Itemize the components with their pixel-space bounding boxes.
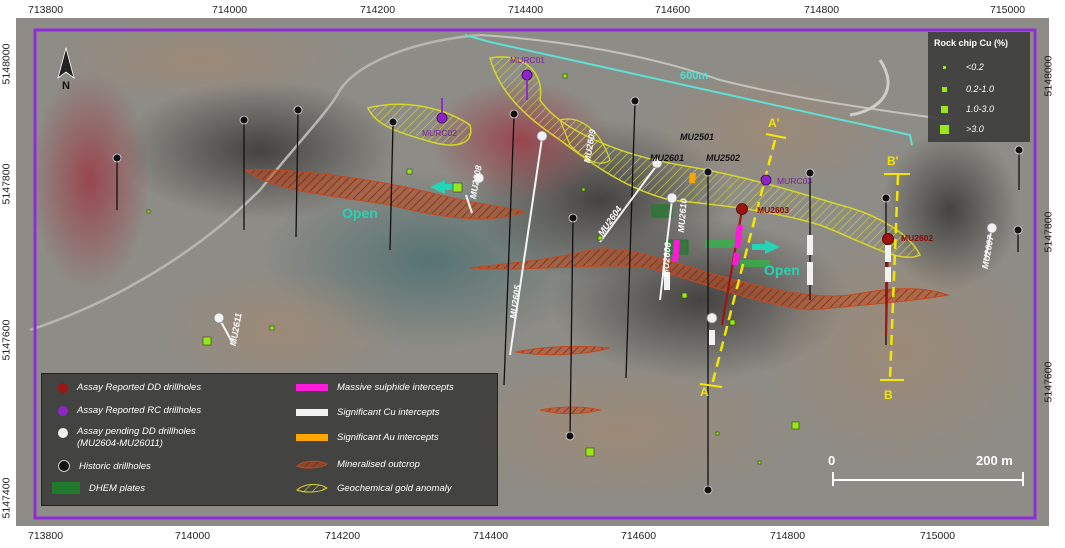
legend-item: Assay pending DD drillholes (MU2604-MU26…	[58, 426, 196, 450]
hatched-brown-icon	[296, 460, 328, 469]
y-tick: 5147600	[1042, 361, 1055, 403]
rock-chip-swatch	[943, 65, 946, 69]
section-label: A'	[768, 116, 780, 130]
rock-chip-swatch	[942, 86, 947, 92]
rock-chip-item: >3.0	[938, 124, 984, 134]
open-label: Open	[764, 262, 800, 278]
scale-end: 200 m	[976, 453, 1013, 468]
au-intercepts	[689, 172, 696, 184]
y-tick: 5147800	[0, 163, 13, 205]
legend-item: Mineralised outcrop	[296, 458, 420, 470]
x-tick: 715000	[990, 4, 1026, 16]
rock-chip-legend: Rock chip Cu (%) <0.2 0.2-1.0 1.0-3.0 >3…	[928, 32, 1030, 142]
y-tick: 5147800	[1042, 211, 1055, 253]
orange-bar-icon	[296, 434, 328, 441]
section-label: B	[884, 388, 893, 402]
x-tick: 714400	[473, 530, 509, 542]
rock-chip-legend-title: Rock chip Cu (%)	[934, 38, 1009, 48]
magenta-bar-icon	[296, 384, 328, 391]
legend-item: Historic drillholes	[58, 460, 151, 472]
x-tick: 714400	[508, 4, 544, 16]
legend-item: Massive sulphide intercepts	[296, 382, 454, 393]
drillhole-label: MURC03	[777, 176, 812, 186]
drillhole-label: MU2501	[680, 132, 715, 142]
rock-chip-item: 0.2-1.0	[938, 84, 994, 94]
drillhole-label: MU2603	[757, 205, 790, 215]
y-tick: 5147400	[0, 477, 13, 519]
red-dot-icon	[58, 382, 68, 393]
legend-item: Assay Reported RC drillholes	[58, 405, 201, 416]
x-tick: 714200	[325, 530, 361, 542]
white-bar-icon	[296, 409, 328, 416]
scale-bar-labels: 0 200 m	[828, 453, 1028, 493]
x-tick: 714200	[360, 4, 396, 16]
section-label: A	[700, 385, 709, 399]
rock-chip-swatch	[940, 124, 949, 134]
black-dot-icon	[58, 460, 70, 472]
x-tick: 714000	[212, 4, 248, 16]
rock-chip-item: 1.0-3.0	[938, 104, 994, 114]
purple-dot-icon	[58, 405, 68, 416]
drillhole-label: MU2502	[706, 153, 741, 163]
x-tick: 714000	[175, 530, 211, 542]
map-figure: 713800 714000 714200 714400 714600 71480…	[0, 0, 1065, 548]
y-tick: 5148000	[1042, 55, 1055, 97]
x-tick: 714600	[621, 530, 657, 542]
distance-label: 600m	[680, 70, 709, 82]
drillhole-label: MU2601	[650, 153, 685, 163]
rock-chip-item: <0.2	[938, 62, 984, 72]
rock-chip-swatch	[941, 105, 948, 113]
open-label: Open	[342, 205, 378, 221]
scale-start: 0	[828, 453, 836, 468]
drillhole-label: MURC01	[510, 55, 545, 65]
section-label: B'	[887, 154, 899, 168]
drillhole-label: MURC02	[422, 128, 457, 138]
hatched-yellow-icon	[296, 484, 328, 493]
white-dot-icon	[58, 428, 68, 438]
x-tick: 713800	[28, 530, 64, 542]
legend-item: DHEM plates	[52, 482, 145, 494]
north-label: N	[62, 80, 70, 92]
y-tick: 5147600	[0, 319, 13, 361]
green-rect-icon	[52, 482, 80, 494]
legend-item: Geochemical gold anomaly	[296, 482, 452, 494]
x-tick: 715000	[920, 530, 956, 542]
legend-item: Assay Reported DD drillholes	[58, 382, 201, 393]
legend-item: Significant Au intercepts	[296, 432, 439, 443]
x-tick: 714800	[804, 4, 840, 16]
legend-item: Significant Cu intercepts	[296, 407, 439, 418]
y-tick: 5148000	[0, 43, 13, 85]
drillhole-label: MU2602	[901, 233, 934, 243]
x-tick: 714800	[770, 530, 806, 542]
x-tick: 714600	[655, 4, 691, 16]
x-tick: 713800	[28, 4, 64, 16]
map-legend: Assay Reported DD drillholes Assay Repor…	[41, 373, 498, 506]
